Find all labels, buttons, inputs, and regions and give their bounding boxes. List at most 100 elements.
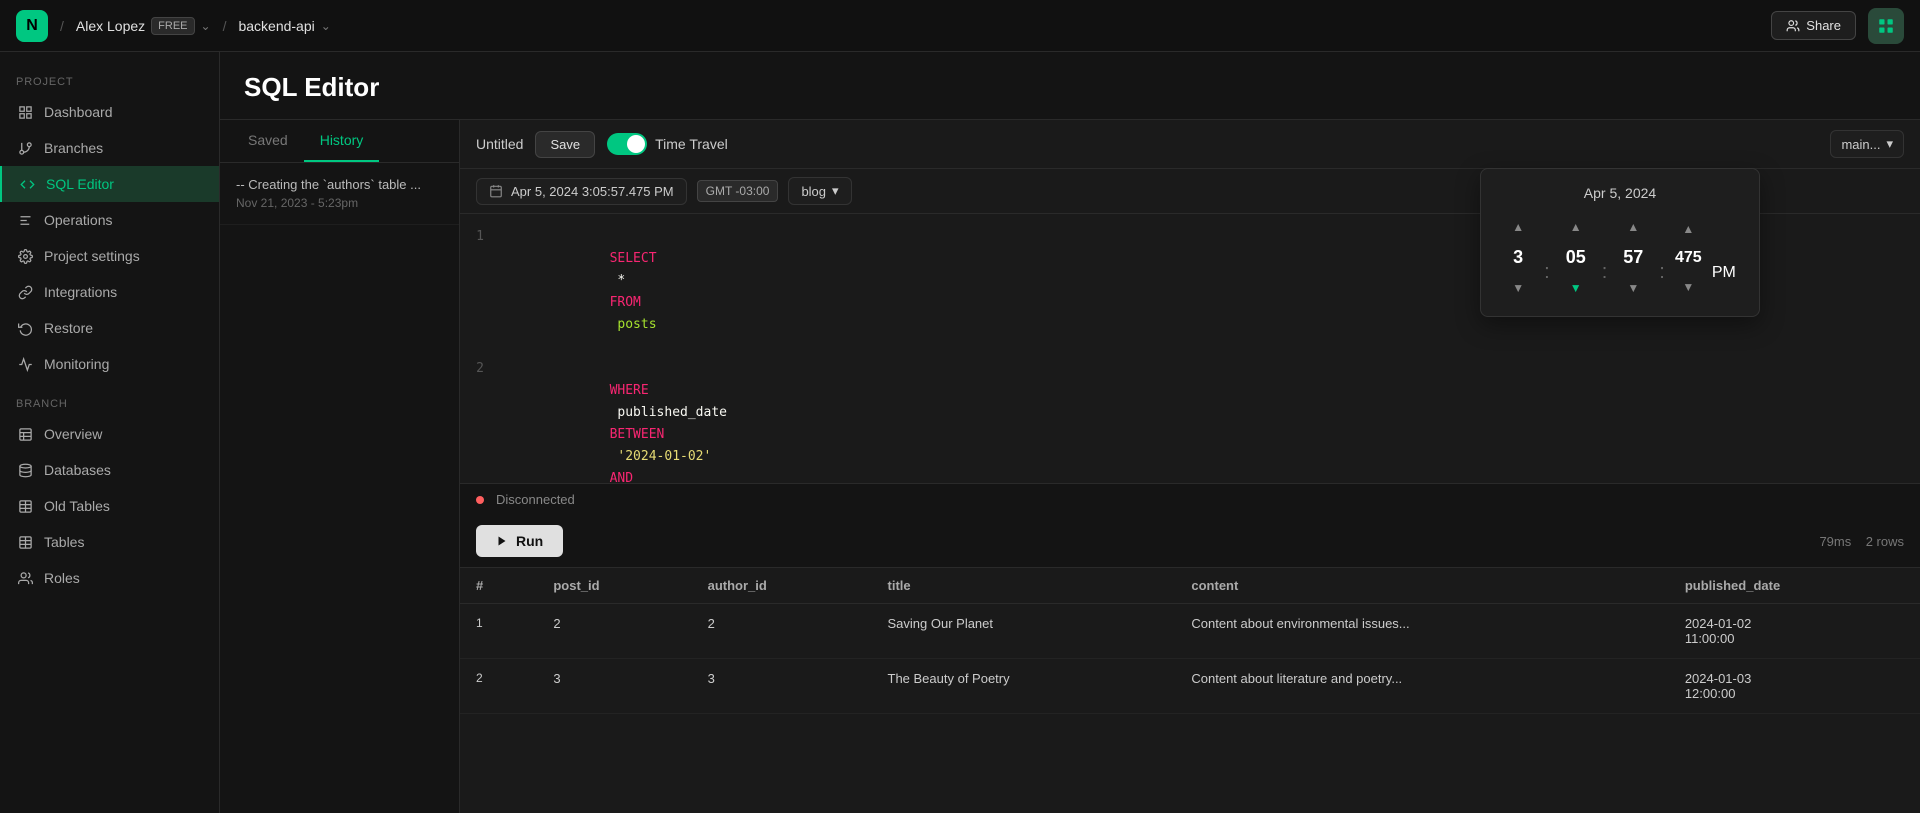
time-travel-toggle[interactable] <box>607 133 647 155</box>
tab-history[interactable]: History <box>304 120 380 162</box>
sidebar-item-sql-editor[interactable]: SQL Editor <box>0 166 219 202</box>
table-row: 1 2 2 Saving Our Planet Content about en… <box>460 604 1920 659</box>
line-num-1: 1 <box>460 226 500 358</box>
results-table: # post_id author_id title content publis… <box>460 568 1920 813</box>
disconnected-label: Disconnected <box>496 492 575 507</box>
project-section-label: PROJECT <box>0 76 219 88</box>
minutes-down-arrow[interactable]: ▼ <box>1560 276 1592 300</box>
sidebar-item-overview[interactable]: Overview <box>0 416 219 452</box>
ampm-value: PM <box>1706 264 1742 282</box>
project-name: backend-api <box>238 18 314 34</box>
elapsed-time: 79ms <box>1819 534 1851 549</box>
time-sep-1: : <box>1538 261 1556 284</box>
sep2: / <box>223 18 227 34</box>
branch-select[interactable]: main... ▾ <box>1830 130 1904 158</box>
save-button[interactable]: Save <box>535 131 595 158</box>
sidebar-item-overview-label: Overview <box>44 426 102 442</box>
row-2-num: 2 <box>460 659 537 714</box>
col-header-author-id: author_id <box>692 568 872 604</box>
tab-saved[interactable]: Saved <box>232 120 304 162</box>
main-editor: Untitled Save Time Travel main... ▾ <box>460 120 1920 813</box>
sidebar-item-restore[interactable]: Restore <box>0 310 219 346</box>
row-1-content: Content about environmental issues... <box>1175 604 1668 659</box>
code-line-2: 2 WHERE published_date BETWEEN '2024-01-… <box>460 358 1920 483</box>
col-header-content: content <box>1175 568 1668 604</box>
minutes-up-arrow[interactable]: ▲ <box>1560 215 1592 239</box>
toggle-container: Time Travel <box>607 133 728 155</box>
disconnected-dot <box>476 496 484 504</box>
main-layout: PROJECT Dashboard Branches <box>0 52 1920 813</box>
run-button[interactable]: Run <box>476 525 563 557</box>
file-name: Untitled <box>476 136 523 152</box>
sidebar-item-databases-label: Databases <box>44 462 111 478</box>
sidebar-item-databases[interactable]: Databases <box>0 452 219 488</box>
app-logo[interactable]: N <box>16 10 48 42</box>
hours-up-arrow[interactable]: ▲ <box>1502 215 1534 239</box>
run-bar: Run 79ms 2 rows <box>460 515 1920 568</box>
picker-minutes-col: ▲ 05 ▼ <box>1556 215 1596 300</box>
sidebar-item-old-tables[interactable]: Old Tables <box>0 488 219 524</box>
sidebar-item-monitoring[interactable]: Monitoring <box>0 346 219 382</box>
branches-icon <box>16 139 34 157</box>
sql-editor-header: SQL Editor <box>220 52 1920 120</box>
col-header-published-date: published_date <box>1669 568 1920 604</box>
script-title: -- Creating the `authors` table ... <box>236 177 443 192</box>
seconds-up-arrow[interactable]: ▲ <box>1617 215 1649 239</box>
sidebar-item-operations[interactable]: Operations <box>0 202 219 238</box>
grid-icon-button[interactable] <box>1868 8 1904 44</box>
script-date: Nov 21, 2023 - 5:23pm <box>236 196 443 210</box>
sep1: / <box>60 18 64 34</box>
time-travel-label: Time Travel <box>655 136 728 152</box>
ms-up-arrow[interactable]: ▲ <box>1672 217 1704 241</box>
ms-value: 475 <box>1671 249 1706 267</box>
time-sep-3: : <box>1653 261 1671 284</box>
sidebar-item-project-settings[interactable]: Project settings <box>0 238 219 274</box>
tables-icon <box>16 533 34 551</box>
monitoring-icon <box>16 355 34 373</box>
row-2-post-id: 3 <box>537 659 691 714</box>
sidebar-item-monitoring-label: Monitoring <box>44 356 109 372</box>
sidebar-item-branches[interactable]: Branches <box>0 130 219 166</box>
rows-count: 2 rows <box>1866 534 1904 549</box>
sidebar-item-tables[interactable]: Tables <box>0 524 219 560</box>
user-chevron-icon[interactable]: ⌄ <box>201 19 211 33</box>
hours-down-arrow[interactable]: ▼ <box>1502 276 1534 300</box>
share-button[interactable]: Share <box>1771 11 1856 40</box>
topbar: N / Alex Lopez FREE ⌄ / backend-api ⌄ Sh… <box>0 0 1920 52</box>
ms-down-arrow[interactable]: ▼ <box>1672 275 1704 299</box>
user-info[interactable]: Alex Lopez FREE ⌄ <box>76 17 211 35</box>
script-tab-bar: Saved History <box>220 120 459 163</box>
db-select[interactable]: blog ▾ <box>788 177 851 205</box>
picker-hours-col: ▲ 3 ▼ <box>1498 215 1538 300</box>
editor-area: Saved History -- Creating the `authors` … <box>220 120 1920 813</box>
page-title: SQL Editor <box>244 72 1896 103</box>
roles-icon <box>16 569 34 587</box>
datetime-picker-row: Apr 5, 2024 3:05:57.475 PM GMT -03:00 bl… <box>460 169 1920 214</box>
integrations-icon <box>16 283 34 301</box>
row-2-content: Content about literature and poetry... <box>1175 659 1668 714</box>
project-chevron-icon[interactable]: ⌄ <box>321 19 331 33</box>
datetime-display[interactable]: Apr 5, 2024 3:05:57.475 PM <box>476 178 687 205</box>
sidebar-item-dashboard-label: Dashboard <box>44 104 113 120</box>
minutes-value: 05 <box>1556 247 1596 268</box>
project-settings-icon <box>16 247 34 265</box>
sidebar-item-integrations[interactable]: Integrations <box>0 274 219 310</box>
row-2-author-id: 3 <box>692 659 872 714</box>
db-chevron-icon: ▾ <box>832 183 839 199</box>
seconds-down-arrow[interactable]: ▼ <box>1617 276 1649 300</box>
col-header-title: title <box>872 568 1176 604</box>
picker-date: Apr 5, 2024 <box>1497 185 1743 201</box>
sidebar-item-operations-label: Operations <box>44 212 112 228</box>
sidebar-item-dashboard[interactable]: Dashboard <box>0 94 219 130</box>
topbar-actions: Share <box>1771 8 1904 44</box>
old-tables-icon <box>16 497 34 515</box>
sidebar-item-roles-label: Roles <box>44 570 80 586</box>
dashboard-icon <box>16 103 34 121</box>
project-selector[interactable]: backend-api ⌄ <box>238 18 330 34</box>
script-list-item[interactable]: -- Creating the `authors` table ... Nov … <box>220 163 459 225</box>
hours-value: 3 <box>1498 247 1538 268</box>
sidebar-item-roles[interactable]: Roles <box>0 560 219 596</box>
operations-icon <box>16 211 34 229</box>
picker-seconds-col: ▲ 57 ▼ <box>1613 215 1653 300</box>
db-name: blog <box>801 184 826 199</box>
